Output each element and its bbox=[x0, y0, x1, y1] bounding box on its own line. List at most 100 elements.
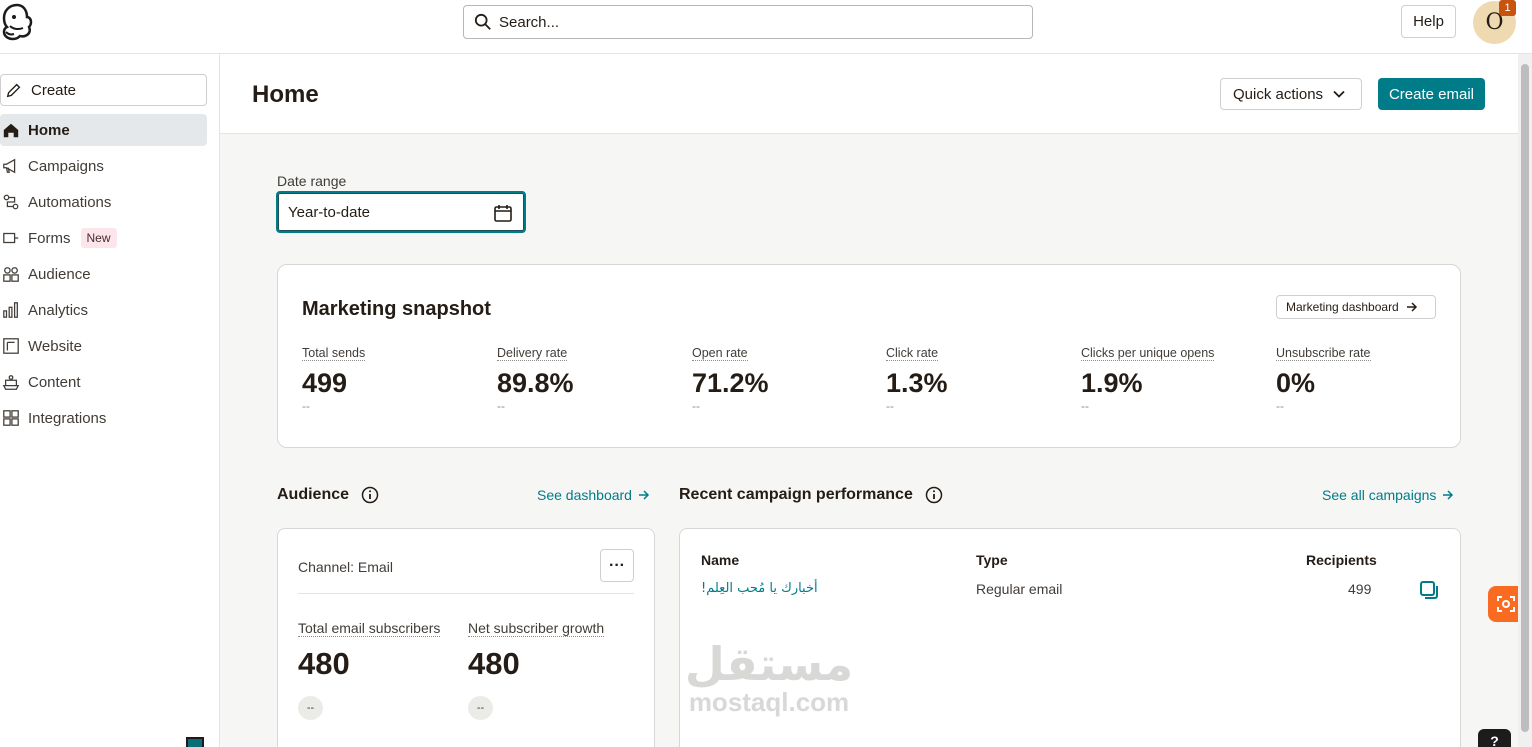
create-label: Create bbox=[31, 81, 77, 99]
sidebar-item-label: Home bbox=[28, 121, 70, 139]
metric-label[interactable]: Total email subscribers bbox=[298, 620, 441, 637]
new-badge: New bbox=[80, 228, 117, 248]
scrollbar-thumb[interactable] bbox=[1521, 64, 1529, 732]
collapse-sidebar-icon[interactable] bbox=[186, 737, 204, 747]
see-all-campaigns-link[interactable]: See all campaigns bbox=[1322, 487, 1454, 503]
metric-label[interactable]: Open rate bbox=[692, 346, 748, 361]
see-dashboard-link[interactable]: See dashboard bbox=[537, 487, 650, 503]
metric-open-rate: Open rate 71.2% -- bbox=[692, 344, 872, 413]
capture-icon bbox=[1497, 596, 1515, 612]
sidebar-item-label: Analytics bbox=[28, 301, 89, 319]
metric-label[interactable]: Clicks per unique opens bbox=[1081, 346, 1215, 361]
chevron-down-icon bbox=[1333, 90, 1345, 98]
metric-change: -- bbox=[1276, 399, 1284, 413]
notification-badge: 1 bbox=[1499, 0, 1516, 16]
sidebar-item-content[interactable]: Content bbox=[0, 366, 207, 398]
scrollbar[interactable] bbox=[1518, 54, 1532, 747]
campaign-section-title: Recent campaign performance bbox=[679, 486, 943, 504]
sidebar-item-website[interactable]: Website bbox=[0, 330, 207, 362]
column-header-name: Name bbox=[701, 552, 740, 568]
sidebar-item-label: Campaigns bbox=[28, 157, 104, 175]
arrow-right-icon bbox=[1406, 302, 1417, 312]
pencil-icon bbox=[4, 80, 24, 100]
search-placeholder: Search... bbox=[499, 13, 560, 31]
info-icon[interactable] bbox=[361, 486, 379, 504]
watermark-latin: mostaql.com bbox=[688, 687, 850, 717]
metric-change: -- bbox=[302, 399, 310, 413]
megaphone-icon bbox=[1, 156, 21, 176]
metric-value: 480 bbox=[298, 646, 350, 681]
metric-change: -- bbox=[298, 696, 323, 720]
campaign-recipients: 499 bbox=[1348, 581, 1372, 597]
watermark: مستقل mostaql.com bbox=[674, 640, 864, 716]
bar-chart-icon bbox=[1, 300, 21, 320]
grid-icon bbox=[1, 408, 21, 428]
metric-click-rate: Click rate 1.3% -- bbox=[886, 344, 1066, 413]
sidebar: Create Home Campaigns Automations Forms … bbox=[0, 54, 220, 747]
metric-total-email-subscribers: Total email subscribers 480 -- bbox=[298, 620, 441, 720]
metric-value: 499 bbox=[302, 368, 348, 398]
marketing-dashboard-button[interactable]: Marketing dashboard bbox=[1276, 295, 1436, 319]
help-button[interactable]: Help bbox=[1401, 5, 1456, 38]
sidebar-item-automations[interactable]: Automations bbox=[0, 186, 207, 218]
search-input[interactable]: Search... bbox=[463, 5, 1033, 39]
column-header-type: Type bbox=[976, 552, 1008, 568]
sidebar-item-campaigns[interactable]: Campaigns bbox=[0, 150, 207, 182]
search-icon bbox=[474, 13, 491, 30]
help-widget-button[interactable]: ? bbox=[1478, 729, 1511, 747]
metric-unsubscribe-rate: Unsubscribe rate 0% -- bbox=[1276, 344, 1456, 413]
page-header: Home Quick actions Create email bbox=[220, 54, 1518, 134]
campaign-title: Recent campaign performance bbox=[679, 486, 913, 503]
sidebar-item-label: Automations bbox=[28, 193, 112, 211]
create-button[interactable]: Create bbox=[0, 74, 207, 106]
date-range-picker[interactable]: Year-to-date bbox=[276, 191, 526, 233]
sidebar-item-analytics[interactable]: Analytics bbox=[0, 294, 207, 326]
arrow-right-icon bbox=[638, 490, 650, 500]
channel-label: Channel: Email bbox=[298, 559, 393, 575]
quick-actions-button[interactable]: Quick actions bbox=[1220, 78, 1362, 110]
calendar-icon bbox=[494, 205, 512, 222]
info-icon[interactable] bbox=[925, 486, 943, 504]
column-header-recipients: Recipients bbox=[1306, 552, 1377, 568]
forms-icon bbox=[1, 228, 21, 248]
campaign-name-link[interactable]: أخبارك يا مُحب العِلم! bbox=[701, 581, 818, 596]
see-all-campaigns-label: See all campaigns bbox=[1322, 487, 1437, 503]
sidebar-item-label: Content bbox=[28, 373, 81, 391]
quick-actions-label: Quick actions bbox=[1233, 85, 1324, 103]
main-content: Home Quick actions Create email Date ran… bbox=[220, 54, 1518, 747]
date-range-label: Date range bbox=[277, 173, 347, 189]
sidebar-item-forms[interactable]: Forms New bbox=[0, 222, 207, 254]
sidebar-item-home[interactable]: Home bbox=[0, 114, 207, 146]
metric-value: 1.9% bbox=[1081, 368, 1143, 398]
sidebar-item-label: Website bbox=[28, 337, 82, 355]
metric-clicks-per-unique-opens: Clicks per unique opens 1.9% -- bbox=[1081, 344, 1261, 413]
metric-change: -- bbox=[886, 399, 894, 413]
metric-label[interactable]: Total sends bbox=[302, 346, 366, 361]
more-options-button[interactable]: ··· bbox=[600, 549, 634, 582]
metric-delivery-rate: Delivery rate 89.8% -- bbox=[497, 344, 677, 413]
create-email-button[interactable]: Create email bbox=[1378, 78, 1485, 110]
marketing-snapshot-title: Marketing snapshot bbox=[302, 298, 491, 320]
marketing-dashboard-label: Marketing dashboard bbox=[1286, 300, 1399, 314]
watermark-arabic: مستقل bbox=[684, 637, 854, 691]
date-range-value: Year-to-date bbox=[288, 203, 371, 221]
sidebar-item-integrations[interactable]: Integrations bbox=[0, 402, 207, 434]
metric-value: 480 bbox=[468, 646, 520, 681]
mailchimp-logo-icon[interactable] bbox=[0, 2, 34, 42]
sidebar-item-audience[interactable]: Audience bbox=[0, 258, 207, 290]
audience-section-title: Audience bbox=[277, 486, 379, 504]
metric-value: 1.3% bbox=[886, 368, 948, 398]
arrow-right-icon bbox=[1443, 490, 1454, 500]
campaign-type: Regular email bbox=[976, 581, 1063, 597]
duplicate-icon[interactable] bbox=[1418, 579, 1440, 601]
sidebar-item-label: Integrations bbox=[28, 409, 107, 427]
metric-change: -- bbox=[692, 399, 700, 413]
audience-card: Channel: Email ··· Total email subscribe… bbox=[277, 528, 655, 747]
metric-label[interactable]: Net subscriber growth bbox=[468, 620, 605, 637]
metric-value: 71.2% bbox=[692, 368, 769, 398]
metric-label[interactable]: Unsubscribe rate bbox=[1276, 346, 1371, 361]
metric-label[interactable]: Delivery rate bbox=[497, 346, 568, 361]
metric-label[interactable]: Click rate bbox=[886, 346, 939, 361]
sidebar-item-label: Forms bbox=[28, 229, 71, 247]
metric-change: -- bbox=[1081, 399, 1089, 413]
